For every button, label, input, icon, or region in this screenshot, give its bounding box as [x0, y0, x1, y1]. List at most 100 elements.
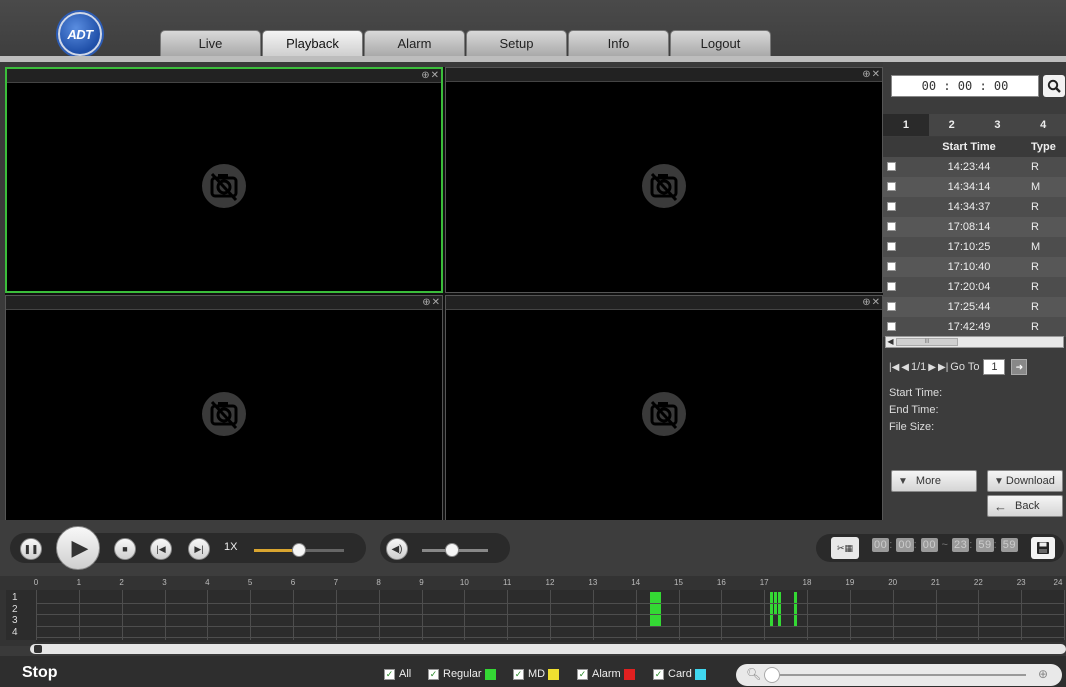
timeline-record-segment[interactable] — [650, 615, 662, 626]
tab-setup[interactable]: Setup — [466, 30, 567, 56]
zoom-in-icon[interactable]: ⊕ — [1038, 667, 1048, 681]
download-button[interactable]: ▼ Download — [987, 470, 1063, 492]
record-checkbox[interactable] — [887, 242, 896, 251]
timeline-record-segment[interactable] — [778, 592, 782, 603]
timeline[interactable]: 0 1 2 3 4 5 6 7 8 9 10 11 12 13 14 15 16 17 18 19 20 21 22 23 24… — [0, 576, 1066, 646]
timeline-record-segment[interactable] — [650, 603, 662, 614]
clip-end-second[interactable]: 59 — [1000, 538, 1019, 552]
record-checkbox[interactable] — [887, 282, 896, 291]
record-checkbox[interactable] — [887, 202, 896, 211]
save-clip-button[interactable] — [1031, 537, 1055, 559]
mute-button[interactable]: ◀) — [386, 538, 408, 560]
prev-page-icon[interactable]: ◀ — [901, 362, 909, 373]
timeline-zoom-knob[interactable] — [764, 667, 780, 683]
timeline-record-segment[interactable] — [650, 592, 662, 603]
record-checkbox[interactable] — [887, 322, 896, 331]
timeline-record-segment[interactable] — [774, 603, 778, 614]
clip-start-hour[interactable]: 00 — [872, 538, 890, 552]
legend-filter-all[interactable]: ✓ All — [384, 668, 411, 680]
video-pane-2[interactable]: ⊕✕ — [445, 67, 883, 293]
scroll-left-icon[interactable]: ◀ — [886, 337, 895, 347]
tab-playback[interactable]: Playback — [262, 30, 363, 56]
timeline-zoom-track[interactable] — [778, 674, 1026, 676]
legend-checkbox[interactable]: ✓ — [653, 668, 664, 680]
legend-checkbox[interactable]: ✓ — [513, 668, 524, 680]
video-pane-3[interactable]: ⊕✕ — [5, 295, 443, 521]
play-button[interactable]: ▶ — [56, 526, 100, 570]
record-checkbox[interactable] — [887, 262, 896, 271]
tab-alarm[interactable]: Alarm — [364, 30, 465, 56]
timeline-scroll-knob[interactable] — [34, 645, 42, 653]
record-row[interactable]: 14:23:44 R — [883, 157, 1066, 177]
timeline-record-segment[interactable] — [769, 592, 773, 603]
volume-slider-knob[interactable] — [444, 543, 459, 557]
pause-button[interactable]: ❚❚ — [20, 538, 42, 560]
clip-start-minute[interactable]: 00 — [896, 538, 914, 552]
zoom-in-icon[interactable]: ⊕ — [862, 297, 870, 308]
timeline-record-segment[interactable] — [769, 615, 773, 626]
record-row[interactable]: 14:34:37 R — [883, 197, 1066, 217]
timeline-record-segment[interactable] — [769, 603, 773, 614]
last-page-icon[interactable]: ▶| — [938, 362, 948, 373]
timeline-record-segment[interactable] — [778, 603, 782, 614]
record-row[interactable]: 17:20:04 R — [883, 277, 1066, 297]
legend-checkbox[interactable]: ✓ — [428, 668, 439, 680]
next-page-icon[interactable]: ▶ — [928, 362, 936, 373]
close-icon[interactable]: ✕ — [432, 297, 440, 308]
timeline-record-segment[interactable] — [794, 615, 798, 626]
close-icon[interactable]: ✕ — [431, 70, 439, 81]
record-row[interactable]: 14:34:14 M — [883, 177, 1066, 197]
timeline-record-segment[interactable] — [778, 615, 782, 626]
legend-filter-md[interactable]: ✓ MD — [513, 668, 560, 680]
channel-tab-1[interactable]: 1 — [883, 114, 929, 136]
record-row[interactable]: 17:42:49 R — [883, 317, 1066, 337]
record-checkbox[interactable] — [887, 182, 896, 191]
timeline-scrollbar[interactable] — [30, 644, 1066, 654]
prev-frame-button[interactable]: |◀ — [150, 538, 172, 560]
record-checkbox[interactable] — [887, 162, 896, 171]
record-checkbox[interactable] — [887, 302, 896, 311]
goto-button[interactable]: ➜ — [1011, 359, 1028, 375]
tab-logout[interactable]: Logout — [670, 30, 771, 56]
video-pane-1[interactable]: ⊕✕ — [5, 67, 443, 293]
timeline-record-segment[interactable] — [774, 592, 778, 603]
scroll-thumb[interactable]: III — [896, 338, 958, 346]
legend-checkbox[interactable]: ✓ — [384, 668, 395, 680]
legend-filter-card[interactable]: ✓ Card — [653, 668, 706, 680]
close-icon[interactable]: ✕ — [872, 297, 880, 308]
next-frame-button[interactable]: ▶| — [188, 538, 210, 560]
tab-live[interactable]: Live — [160, 30, 261, 56]
video-pane-4[interactable]: ⊕✕ — [445, 295, 883, 521]
first-page-icon[interactable]: |◀ — [889, 362, 899, 373]
goto-page-input[interactable]: 1 — [983, 359, 1006, 375]
record-checkbox[interactable] — [887, 222, 896, 231]
clip-end-hour[interactable]: 23 — [952, 538, 970, 552]
speed-slider-knob[interactable] — [292, 543, 306, 557]
record-row[interactable]: 17:10:40 R — [883, 257, 1066, 277]
legend-filter-regular[interactable]: ✓ Regular — [428, 668, 496, 680]
channel-tab-2[interactable]: 2 — [928, 114, 975, 136]
clip-end-minute[interactable]: 59 — [976, 538, 994, 552]
search-button[interactable] — [1043, 75, 1065, 97]
timeline-record-segment[interactable] — [794, 592, 798, 603]
search-time-input[interactable]: 00 : 00 : 00 — [891, 75, 1039, 97]
clip-button[interactable]: ✂▦ — [831, 537, 859, 559]
record-row[interactable]: 17:25:44 R — [883, 297, 1066, 317]
zoom-in-icon[interactable]: ⊕ — [421, 70, 429, 81]
legend-checkbox[interactable]: ✓ — [577, 668, 588, 680]
zoom-out-icon[interactable]: 🔍︎ — [746, 667, 761, 681]
zoom-in-icon[interactable]: ⊕ — [422, 297, 430, 308]
channel-tab-4[interactable]: 4 — [1020, 114, 1066, 136]
tab-info[interactable]: Info — [568, 30, 669, 56]
legend-filter-alarm[interactable]: ✓ Alarm — [577, 668, 635, 680]
record-table-scrollbar[interactable]: ◀ III — [885, 336, 1064, 348]
record-row[interactable]: 17:08:14 R — [883, 217, 1066, 237]
close-icon[interactable]: ✕ — [872, 69, 880, 80]
clip-start-second[interactable]: 00 — [920, 538, 938, 552]
more-button[interactable]: ▼ More — [891, 470, 977, 492]
record-row[interactable]: 17:10:25 M — [883, 237, 1066, 257]
back-button[interactable]: ← Back — [987, 495, 1063, 517]
zoom-in-icon[interactable]: ⊕ — [862, 69, 870, 80]
stop-button[interactable]: ■ — [114, 538, 136, 560]
channel-tab-3[interactable]: 3 — [974, 114, 1021, 136]
